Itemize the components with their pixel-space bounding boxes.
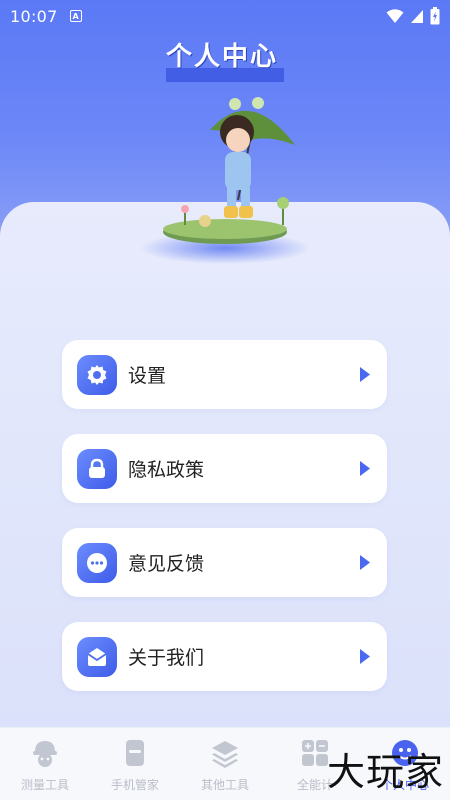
- tab-label: 测量工具: [20, 778, 69, 792]
- menu-label: 设置: [128, 365, 167, 387]
- phone-icon: [118, 736, 152, 770]
- menu-item-settings[interactable]: 设置: [62, 340, 387, 409]
- tab-other-tools[interactable]: 其他工具: [180, 728, 270, 800]
- ruler-robot-icon: [28, 736, 62, 770]
- signal-icon: [411, 10, 423, 23]
- battery-icon: [430, 7, 440, 25]
- chevron-right-icon: [360, 555, 370, 570]
- status-icons: [386, 7, 440, 25]
- lock-icon: [77, 448, 117, 489]
- page-title: 个人中心: [166, 42, 279, 72]
- menu-item-feedback[interactable]: 意见反馈: [62, 528, 387, 597]
- status-bar: 10:07 A: [0, 0, 450, 32]
- layers-icon: [208, 736, 242, 770]
- tab-measure-tools[interactable]: 测量工具: [0, 728, 90, 800]
- notification-icon: A: [69, 10, 82, 22]
- chat-icon: [77, 542, 117, 583]
- chevron-right-icon: [360, 461, 370, 476]
- info-icon: [77, 636, 117, 677]
- wifi-icon: [386, 9, 404, 23]
- chevron-right-icon: [360, 367, 370, 382]
- status-time: 10:07: [10, 6, 58, 26]
- menu-label: 关于我们: [128, 647, 205, 669]
- girl-umbrella-illustration: [140, 97, 310, 264]
- menu-item-privacy[interactable]: 隐私政策: [62, 434, 387, 503]
- tab-phone-manager[interactable]: 手机管家: [90, 728, 180, 800]
- tab-label: 其他工具: [200, 778, 249, 792]
- menu-label: 意见反馈: [128, 553, 205, 575]
- watermark: 大玩家: [326, 750, 444, 794]
- menu-label: 隐私政策: [128, 459, 205, 481]
- menu-item-about[interactable]: 关于我们: [62, 622, 387, 691]
- tab-label: 手机管家: [110, 778, 159, 792]
- gear-icon: [77, 354, 117, 395]
- chevron-right-icon: [360, 649, 370, 664]
